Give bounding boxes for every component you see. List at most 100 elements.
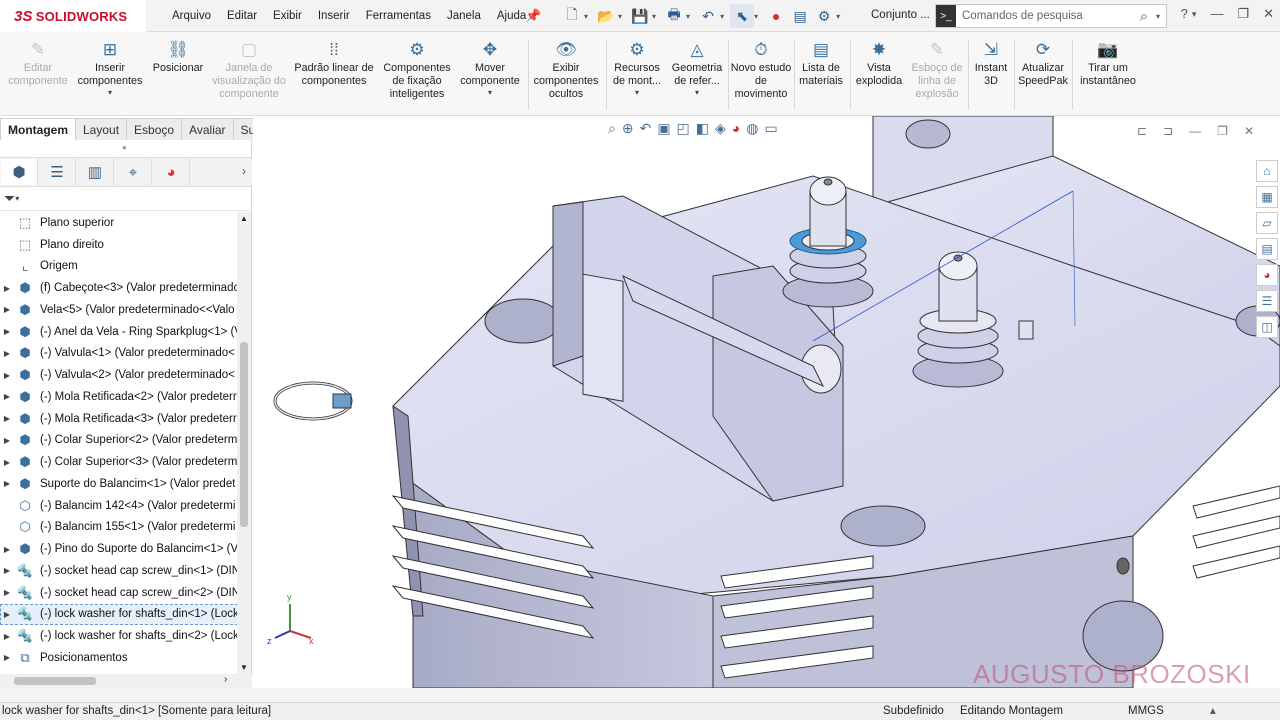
restore-icon[interactable]: ❐ [1237,6,1249,22]
tab-montagem[interactable]: Montagem [0,118,76,140]
instant-3d-button[interactable]: ⇲ Instant 3D [970,36,1012,88]
undo-icon[interactable]: ↶ [696,4,720,28]
move-component-button[interactable]: ✥ Mover componente ▾ [456,36,524,98]
search-icon[interactable]: ⌕ [1132,8,1156,25]
filter-icon[interactable]: ⏷ [4,190,15,207]
tree-item[interactable]: ▶ 🔩 (-) lock washer for shafts_din<2> (Loc… [0,625,238,647]
display-style-icon[interactable]: ◧ [696,120,709,137]
chevron-down-icon[interactable]: ▾ [1156,12,1160,21]
tree-item[interactable]: ▶ ⬢ (-) Mola Retificada<2> (Valor predeter… [0,386,238,408]
tree-item[interactable]: ▶ 🔩 (-) lock washer for shafts_din<1> (Loc… [0,603,238,626]
custom-properties-icon[interactable]: ☰ [1256,290,1278,312]
dimxpert-tab-icon[interactable]: ⌖ [115,159,152,185]
edit-appearance-icon[interactable]: ◕ [732,120,740,137]
expand-arrow-icon[interactable]: ▶ [0,653,14,662]
chevron-down-icon[interactable]: ▾ [584,12,588,21]
menu-arquivo[interactable]: Arquivo [172,10,211,22]
expand-arrow-icon[interactable]: ▶ [0,632,14,641]
command-search-box[interactable]: >_ Comandos de pesquisa ⌕ ▾ [935,4,1167,28]
tree-horizontal-scrollbar[interactable]: › [0,674,252,688]
component-preview-window-button[interactable]: ▢ Janela de visualização do componente [208,36,290,101]
tree-item[interactable]: ⬡ (-) Balancim 142<4> (Valor predetermi [0,495,238,517]
pin-icon[interactable]: 📌 [525,8,541,24]
file-explorer-icon[interactable]: ▱ [1256,212,1278,234]
reference-geometry-button[interactable]: ◬ Geometria de refer... ▾ [668,36,726,98]
expand-arrow-icon[interactable]: ▶ [0,588,14,597]
expand-arrow-icon[interactable]: ▶ [0,349,14,358]
expand-arrow-icon[interactable]: ▶ [0,371,14,380]
assembly-features-button[interactable]: ⚙ Recursos de mont... ▾ [608,36,666,98]
chevron-down-icon[interactable]: ▾ [618,12,622,21]
bill-of-materials-button[interactable]: ▤ Lista de materiais [796,36,846,88]
expand-arrow-icon[interactable]: ▶ [0,414,14,423]
tree-item[interactable]: ▶ ⬢ (-) Colar Superior<3> (Valor predeterm [0,451,238,473]
expand-arrow-icon[interactable]: ▶ [0,436,14,445]
expand-arrow-icon[interactable]: ▶ [0,479,14,488]
document-name[interactable]: Conjunto ... [871,9,930,21]
expand-arrow-icon[interactable]: ▶ [0,458,14,467]
tab-avaliar[interactable]: Avaliar [181,118,234,140]
exploded-view-button[interactable]: ✸ Vista explodida [852,36,906,88]
chevron-right-icon[interactable]: › [242,164,246,178]
view-palette-icon[interactable]: ▤ [1256,238,1278,260]
close-icon[interactable]: ✕ [1244,124,1254,138]
menu-janela[interactable]: Janela [447,10,481,22]
appearances-icon[interactable]: ◕ [1256,264,1278,286]
graphics-area[interactable]: y x z ⌕ ⊕ ↶ ▣ ◰ ◧ ◈ ◕ ◍ ▭ ⊏ ⊐ — ❐ ✕ ⌂ ▦ … [253,116,1280,688]
new-document-icon[interactable]: 🗋 [560,4,584,28]
chevron-down-icon[interactable]: ▾ [1192,9,1197,22]
tree-item[interactable]: ▶ ⬢ Suporte do Balancim<1> (Valor predet [0,473,238,495]
design-library-icon[interactable]: ▦ [1256,186,1278,208]
chevron-down-icon[interactable]: ▾ [15,194,19,203]
scroll-up-icon[interactable]: ▲ [240,214,248,223]
help-icon[interactable]: ? [1181,6,1188,22]
update-speedpak-button[interactable]: ⟳ Atualizar SpeedPak [1016,36,1070,88]
scroll-right-icon[interactable]: › [224,674,227,685]
minimize-icon[interactable]: — [1210,6,1223,22]
new-motion-study-button[interactable]: ⏱ Novo estudo de movimento [730,36,792,101]
chevron-down-icon[interactable]: ▾ [74,88,146,97]
unit-system[interactable]: MMGS [1128,705,1164,717]
panel-grip-icon[interactable]: ● [122,143,127,152]
tree-item[interactable]: ▶ 🔩 (-) socket head cap screw_din<1> (DIN [0,560,238,582]
forum-icon[interactable]: ◫ [1256,316,1278,338]
zoom-to-fit-icon[interactable]: ⌕ [608,120,616,137]
menu-editar[interactable]: Editar [227,10,257,22]
rebuild-traffic-light-icon[interactable]: ● [764,4,788,28]
show-hidden-components-button[interactable]: 👁 Exibir componentes ocultos [530,36,602,101]
view-settings-icon[interactable]: ▭ [764,120,777,137]
tree-filter[interactable]: ⏷ ▾ [0,187,252,211]
lock-washer-part[interactable] [273,381,353,421]
tree-item[interactable]: ▶ ⬢ (-) Mola Retificada<3> (Valor predeter… [0,408,238,430]
tab-esbo-o[interactable]: Esboço [126,118,183,140]
search-input[interactable]: Comandos de pesquisa [956,10,1132,22]
tree-item[interactable]: ⬚ Plano superior [0,212,238,234]
expand-arrow-icon[interactable]: ▶ [0,327,14,336]
tree-item[interactable]: ▶ ⬢ (-) Colar Superior<2> (Valor predeterm [0,430,238,452]
previous-view-icon[interactable]: ↶ [640,120,652,137]
menu-exibir[interactable]: Exibir [273,10,302,22]
feature-manager-tab-icon[interactable]: ⬢ [1,159,38,185]
solidworks-resources-icon[interactable]: ⌂ [1256,160,1278,182]
apply-scene-icon[interactable]: ◍ [746,120,758,137]
linear-component-pattern-button[interactable]: ⁞⁞ Padrão linear de componentes [290,36,378,88]
chevron-down-icon[interactable]: ▾ [456,88,524,97]
tree-item[interactable]: ▶ ⬢ (-) Pino do Suporte do Balancim<1> (V [0,538,238,560]
chevron-down-icon[interactable]: ▾ [836,12,840,21]
select-cursor-icon[interactable]: ⬉ [730,4,755,28]
tree-item[interactable]: ▶ ⧉ Posicionamentos [0,647,238,669]
zoom-to-area-icon[interactable]: ⊕ [622,120,634,137]
tab-layout[interactable]: Layout [75,118,128,140]
edit-component-button[interactable]: ✎ Editar componente [4,36,72,88]
smart-fasteners-button[interactable]: ⚙ Componentes de fixação inteligentes [378,36,456,101]
scrollbar-thumb[interactable] [14,677,96,685]
minimize-icon[interactable]: — [1189,124,1201,138]
restore-icon[interactable]: ❐ [1217,124,1228,138]
take-snapshot-button[interactable]: 📷 Tirar um instantâneo [1074,36,1142,88]
chevron-down-icon[interactable]: ▾ [686,12,690,21]
explode-line-sketch-button[interactable]: ✎ Esboço de linha de explosão [906,36,968,101]
save-icon[interactable]: 💾 [628,4,652,28]
hide-show-items-icon[interactable]: ◈ [715,120,726,137]
tree-item[interactable]: ▶ ⬢ (f) Cabeçote<3> (Valor predeterminado [0,277,238,299]
chevron-down-icon[interactable]: ▾ [652,12,656,21]
